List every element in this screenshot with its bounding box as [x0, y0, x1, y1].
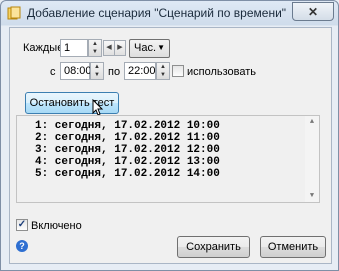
interval-next-button[interactable]: ▶	[114, 40, 126, 56]
interval-unit-value: Час.	[134, 42, 157, 54]
close-button[interactable]: ✕	[292, 2, 334, 21]
scenario-app-icon	[7, 6, 21, 20]
enabled-checkbox[interactable]: ✓	[16, 219, 28, 231]
list-item: 1: сегодня, 17.02.2012 10:00	[35, 120, 220, 132]
title-bar[interactable]: Добавление сценария "Сценарий по времени…	[1, 1, 338, 26]
time-to-label: по	[108, 66, 121, 78]
test-results-list[interactable]: 1: сегодня, 17.02.2012 10:00 2: сегодня,…	[16, 115, 320, 203]
save-button[interactable]: Сохранить	[177, 236, 250, 258]
list-item: 4: сегодня, 17.02.2012 13:00	[35, 156, 220, 168]
stop-test-button[interactable]: Остановить тест	[25, 92, 119, 114]
enabled-label: Включено	[31, 220, 82, 232]
list-item: 2: сегодня, 17.02.2012 11:00	[35, 132, 220, 144]
vertical-scrollbar[interactable]: ▲ ▼	[305, 116, 319, 202]
use-time-checkbox[interactable]	[172, 65, 184, 77]
time-from-label: с	[50, 66, 56, 78]
chevron-down-icon: ▼	[157, 43, 165, 52]
help-icon[interactable]: ?	[16, 240, 28, 252]
interval-spinner[interactable]: ▲ ▼	[88, 39, 102, 57]
scroll-down-icon[interactable]: ▼	[305, 192, 319, 200]
interval-input[interactable]: 1	[60, 39, 88, 57]
list-item: 3: сегодня, 17.02.2012 12:00	[35, 144, 220, 156]
test-results-lines: 1: сегодня, 17.02.2012 10:00 2: сегодня,…	[35, 120, 220, 180]
time-from-input[interactable]: 08:00	[60, 62, 92, 80]
interval-unit-select[interactable]: Час. ▼	[129, 39, 170, 58]
interval-label: Каждые	[23, 42, 64, 54]
list-item: 5: сегодня, 17.02.2012 14:00	[35, 168, 220, 180]
time-from-spinner[interactable]: ▲ ▼	[90, 62, 104, 80]
use-time-label: использовать	[187, 66, 257, 78]
close-icon: ✕	[307, 4, 319, 19]
scroll-up-icon[interactable]: ▲	[305, 118, 319, 126]
window-title: Добавление сценария "Сценарий по времени…	[27, 6, 287, 20]
cancel-button[interactable]: Отменить	[260, 236, 326, 258]
time-to-input[interactable]: 22:00	[124, 62, 156, 80]
time-to-spinner[interactable]: ▲ ▼	[156, 62, 170, 80]
